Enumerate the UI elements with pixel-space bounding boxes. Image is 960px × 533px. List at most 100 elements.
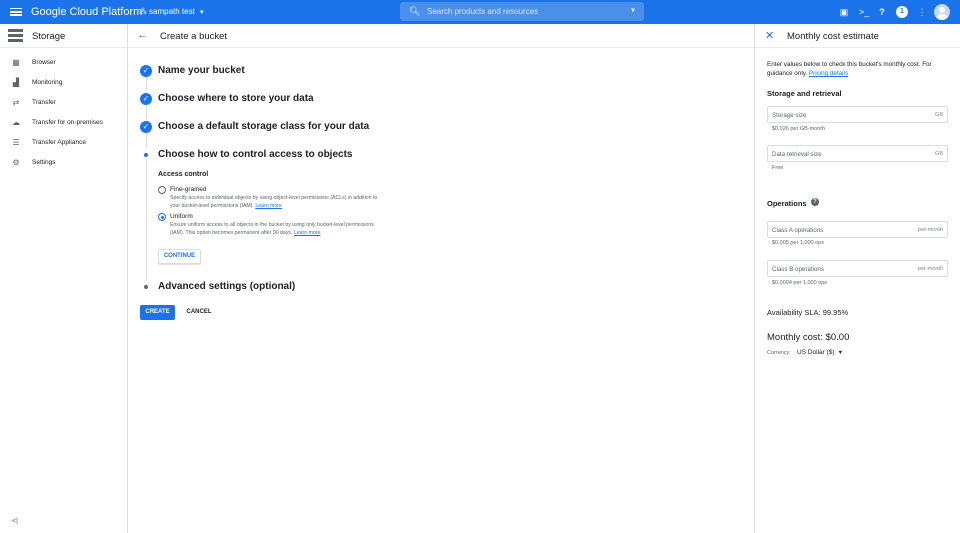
currency-value: US Dollar ($) [797,349,835,356]
data-retrieval-field[interactable]: Data retrieval size GB [767,145,948,162]
chevron-down-icon: ▼ [198,10,205,16]
data-retrieval-unit: GB [935,151,943,157]
cloud-upload-icon: ☁ [12,118,20,127]
appliance-icon: ☰ [12,138,20,147]
step-access-control[interactable]: Choose how to control access to objects [158,149,352,160]
storage-size-field[interactable]: Storage size GB [767,106,948,123]
class-b-hint: $0.0004 per 1,000 ops [772,280,828,286]
account-avatar[interactable] [934,4,950,20]
transfer-icon: ⇄ [12,98,20,107]
storage-size-unit: GB [935,112,943,118]
data-retrieval-hint: Free [772,165,784,171]
step-connector [146,161,147,281]
sidebar-title: Storage [32,31,66,42]
project-name: sampath test [149,7,195,16]
sidebar-item-label: Transfer [32,99,56,106]
sidebar: Storage ▦ Browser ▟ Monitoring ⇄ Transfe… [0,24,128,533]
continue-button[interactable]: CONTINUE [158,249,201,264]
step-connector [146,77,147,91]
sidebar-item-browser[interactable]: ▦ Browser [0,55,127,71]
step-connector [146,105,147,119]
check-circle-icon: ✓ [140,121,152,133]
more-vert-icon[interactable]: ⋮ [916,6,928,18]
uniform-label[interactable]: Uniform [170,213,193,220]
class-a-hint: $0.005 per 1,000 ops [772,240,824,246]
chevron-down-icon: ▼ [837,350,844,356]
sidebar-item-transfer[interactable]: ⇄ Transfer [0,95,127,111]
class-b-operations-field[interactable]: Class B operations per-month [767,260,948,277]
step-name-bucket[interactable]: Name your bucket [158,65,245,76]
storage-size-hint: $0.026 per GB-month [772,126,825,132]
sidebar-header: Storage [0,24,127,48]
panel-intro: Enter values below to check this bucket'… [767,61,932,77]
class-b-placeholder: Class B operations [772,266,824,273]
project-selector[interactable]: ⁂ sampath test ▼ [139,7,205,16]
radio-uniform[interactable] [158,213,166,221]
collapse-sidebar-icon[interactable]: <| [12,518,18,525]
project-icon: ⁂ [139,7,147,16]
availability-sla: Availability SLA: 99.95% [767,308,849,317]
search-bar[interactable]: 🔍︎ Search products and resources ▼ [400,2,644,21]
cost-estimate-panel: ✕ Monthly cost estimate Enter values bel… [754,24,960,533]
sidebar-item-monitoring[interactable]: ▟ Monitoring [0,75,127,91]
gear-icon: ⚙ [12,158,20,167]
learn-more-link[interactable]: Learn more [255,203,282,209]
class-b-unit: per-month [917,266,943,272]
storage-size-placeholder: Storage size [772,112,807,119]
fine-grained-description: Specify access to individual objects by … [170,195,378,209]
pricing-details-link[interactable]: Pricing details [809,70,848,77]
sidebar-item-label: Transfer Appliance [32,139,86,146]
search-icon: 🔍︎ [409,6,421,16]
gift-icon[interactable]: ▣ [838,6,850,18]
currency-select[interactable]: US Dollar ($) ▼ [797,349,843,356]
step-location[interactable]: Choose where to store your data [158,93,314,104]
check-circle-icon: ✓ [140,65,152,77]
terminal-icon[interactable]: >_ [858,6,870,18]
help-icon[interactable]: ? [876,6,888,18]
cancel-button[interactable]: CANCEL [183,305,215,320]
panel-header: ✕ Monthly cost estimate [755,24,960,48]
monitoring-icon: ▟ [12,78,20,87]
back-arrow-icon[interactable]: ← [137,29,148,41]
operations-heading: Operations [767,199,807,208]
sidebar-item-label: Browser [32,59,56,66]
pending-step-dot-icon [144,285,148,289]
notification-icon[interactable]: 1 [896,6,908,18]
help-icon[interactable]: ? [811,198,819,206]
browser-icon: ▦ [12,58,20,67]
class-a-operations-field[interactable]: Class A operations per-month [767,221,948,238]
learn-more-link[interactable]: Learn more [294,230,321,236]
currency-label: Currency: [767,350,791,356]
step-advanced-settings[interactable]: Advanced settings (optional) [158,281,295,292]
top-app-bar: Google Cloud Platform ⁂ sampath test ▼ 🔍︎ … [0,0,960,24]
class-a-placeholder: Class A operations [772,227,824,234]
step-storage-class[interactable]: Choose a default storage class for your … [158,121,369,132]
product-logo[interactable]: Google Cloud Platform [31,6,142,18]
sidebar-item-label: Transfer for on-premises [32,119,103,126]
sidebar-item-label: Settings [32,159,56,166]
check-circle-icon: ✓ [140,93,152,105]
sidebar-item-settings[interactable]: ⚙ Settings [0,155,127,171]
menu-icon[interactable] [10,6,22,18]
step-connector [146,133,147,147]
page-header: ← Create a bucket [128,24,754,48]
main-content: ← Create a bucket ✓ Name your bucket ✓ C… [128,24,754,533]
close-icon[interactable]: ✕ [765,29,774,42]
storage-retrieval-heading: Storage and retrieval [767,89,842,98]
page-title: Create a bucket [160,31,228,42]
panel-title: Monthly cost estimate [787,31,879,42]
active-step-dot-icon [144,153,148,157]
search-placeholder: Search products and resources [427,7,539,16]
uniform-description: Ensure uniform access to all objects in … [170,222,374,236]
storage-icon [8,29,23,42]
sidebar-item-transfer-on-premises[interactable]: ☁ Transfer for on-premises [0,115,127,131]
sidebar-item-label: Monitoring [32,79,63,86]
chevron-down-icon[interactable]: ▼ [630,8,636,14]
create-button[interactable]: CREATE [140,305,175,320]
class-a-unit: per-month [917,227,943,233]
data-retrieval-placeholder: Data retrieval size [772,151,822,158]
fine-grained-label[interactable]: Fine-grained [170,186,207,193]
radio-fine-grained[interactable] [158,186,166,194]
access-control-title: Access control [158,171,209,178]
sidebar-item-transfer-appliance[interactable]: ☰ Transfer Appliance [0,135,127,151]
